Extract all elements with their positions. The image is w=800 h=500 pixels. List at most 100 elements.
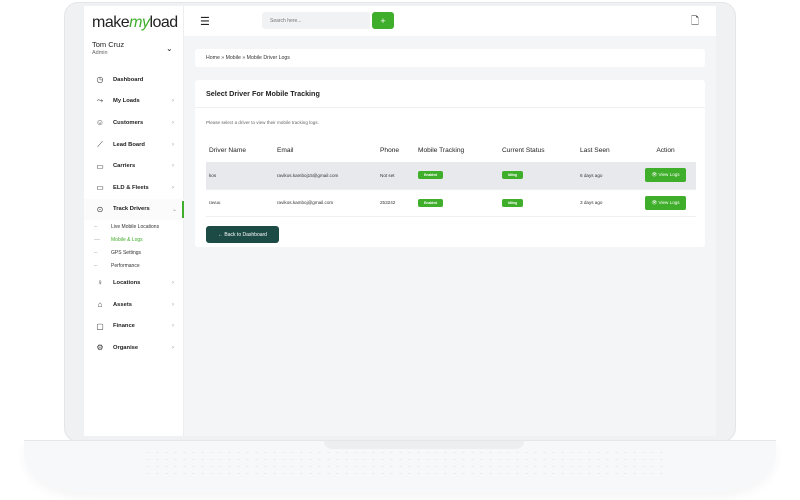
sidebar-item-organise[interactable]: ⚙ Organise ›	[84, 337, 184, 359]
chart-line-icon: ⟋	[97, 139, 103, 149]
settings-icon: ⚙	[96, 343, 104, 353]
chevron-right-icon: ›	[172, 163, 174, 170]
table-header-row: Driver Name Email Phone Mobile Tracking …	[206, 138, 696, 162]
driver-name: kos	[206, 162, 274, 190]
sidebar-item-label: My Loads	[113, 98, 140, 105]
sidebar-item-customers[interactable]: ☺ Customers ›	[84, 112, 184, 134]
action-cell: 👁 View Logs	[635, 162, 696, 190]
back-to-dashboard-button[interactable]: ← Back to Dashboard	[206, 226, 279, 243]
driver-email: ravikos.kamboj15@gmail.com	[274, 162, 377, 190]
dash-icon: —	[94, 236, 100, 243]
sidebar-item-track-drivers[interactable]: ⊙ Track Drivers ⌄	[84, 198, 184, 221]
chevron-right-icon: ›	[172, 141, 174, 148]
status-badge: Idling	[502, 198, 524, 207]
bell-icon[interactable]: 🔔︎	[715, 14, 716, 25]
card-description: Please select a driver to view their mob…	[206, 120, 319, 125]
sidebar-item-assets[interactable]: ⌂ Assets ›	[84, 294, 184, 316]
tracking-badge: Enabled	[418, 198, 444, 207]
chevron-right-icon: ›	[172, 184, 174, 191]
dash-icon: –	[94, 223, 98, 230]
sidebar-item-label: Customers	[113, 119, 144, 126]
drivers-table: Driver Name Email Phone Mobile Tracking …	[206, 138, 696, 217]
submenu-item[interactable]: – GPS Settings	[94, 246, 184, 259]
user-name: Tom Cruz	[92, 40, 125, 49]
user-role: Admin	[92, 50, 108, 56]
add-button[interactable]: +	[372, 12, 394, 29]
fleet-icon: ▭	[96, 183, 104, 193]
chevron-right-icon: ›	[172, 119, 174, 126]
truck-icon: ▭	[96, 161, 104, 171]
card-title: Select Driver For Mobile Tracking	[206, 89, 320, 98]
tracking-badge: Enabled	[418, 171, 444, 180]
sidebar-nav: ◷ Dashboard ⤳ My Loads › ☺ Customers › ⟋ Lead Boa…	[84, 69, 184, 359]
logo-text-my: my	[129, 14, 150, 31]
laptop-base	[24, 440, 776, 492]
column-header: Email	[277, 146, 294, 154]
topbar: ☰ + 🗋 🔔︎ 0 ☾	[184, 6, 716, 36]
dashboard-icon: ◷	[96, 75, 104, 85]
chevron-right-icon: ›	[172, 323, 174, 330]
column-header: Driver Name	[209, 146, 247, 154]
chevron-down-icon[interactable]: ⌄	[166, 44, 173, 53]
view-logs-button[interactable]: 👁 View Logs	[645, 195, 686, 210]
track-drivers-submenu: – Live Mobile Locations — Mobile & Logs – GPS…	[84, 220, 184, 272]
driver-phone: Not set	[377, 162, 415, 190]
last-seen: 6 days ago	[577, 162, 635, 190]
sidebar-item-finance[interactable]: ▢ Finance ›	[84, 315, 184, 337]
sidebar-item-my-loads[interactable]: ⤳ My Loads ›	[84, 91, 184, 113]
dash-icon: –	[94, 262, 98, 269]
sidebar-item-label: Finance	[113, 323, 135, 330]
logo[interactable]: makemyload	[92, 14, 178, 32]
sidebar-item-label: Assets	[113, 301, 133, 308]
column-header: Current Status	[502, 146, 545, 154]
sidebar-item-label: Carriers	[113, 163, 136, 170]
tracking-cell: Enabled	[415, 162, 499, 190]
chevron-right-icon: ›	[172, 279, 174, 286]
submenu-item-label: Performance	[111, 262, 140, 269]
chevron-right-icon: ›	[172, 301, 174, 308]
sidebar-item-label: Locations	[113, 279, 141, 286]
submenu-item-label: Mobile & Logs	[111, 236, 143, 243]
driver-select-card: Select Driver For Mobile Tracking Please…	[195, 80, 705, 247]
add-user-icon: ☺	[95, 118, 105, 128]
last-seen: 3 days ago	[577, 189, 635, 217]
logo-text-make: make	[92, 14, 130, 31]
sidebar-item-locations[interactable]: ♀ Locations ›	[84, 272, 184, 294]
submenu-item[interactable]: — Mobile & Logs	[94, 233, 184, 246]
view-logs-button[interactable]: 👁 View Logs	[645, 168, 686, 183]
action-cell: 👁 View Logs	[635, 189, 696, 217]
user-profile[interactable]: Tom Cruz Admin	[92, 40, 124, 56]
table-row[interactable]: kos ravikos.kamboj15@gmail.com Not set E…	[206, 162, 696, 190]
sidebar-item-carriers[interactable]: ▭ Carriers ›	[84, 155, 184, 177]
search-input[interactable]	[262, 12, 370, 29]
sidebar-item-label: Track Drivers	[113, 206, 150, 213]
submenu-item[interactable]: – Performance	[94, 259, 184, 272]
laptop-frame: makemyload Tom Cruz Admin ⌄ ◷ Dashboard ⤳ M…	[0, 0, 800, 500]
table-row[interactable]: ravuu ravikos.kamboj@gmail.com 253242 En…	[206, 189, 696, 217]
bag-icon: ⌂	[97, 300, 103, 310]
app-screen: makemyload Tom Cruz Admin ⌄ ◷ Dashboard ⤳ M…	[84, 6, 716, 436]
sidebar-item-lead-board[interactable]: ⟋ Lead Board ›	[84, 134, 184, 156]
logo-text-load: load	[149, 14, 178, 31]
submenu-item-label: GPS Settings	[111, 249, 142, 256]
column-header: Phone	[380, 146, 400, 154]
column-header: Last Seen	[580, 146, 610, 154]
column-header: Mobile Tracking	[418, 146, 465, 154]
status-cell: Idling	[499, 189, 577, 217]
laptop-notch	[324, 441, 524, 449]
sidebar-item-dashboard[interactable]: ◷ Dashboard	[84, 69, 184, 91]
tracking-cell: Enabled	[415, 189, 499, 217]
document-icon[interactable]: 🗋	[691, 14, 699, 31]
menu-icon[interactable]: ☰	[200, 15, 210, 28]
pin-icon: ⊙	[96, 204, 104, 214]
chevron-right-icon: ›	[172, 98, 174, 105]
chevron-down-icon: ⌄	[172, 206, 178, 213]
driver-name: ravuu	[206, 189, 274, 217]
truck-route-icon: ⤳	[96, 96, 104, 106]
chevron-right-icon: ›	[172, 344, 174, 351]
status-badge: Idling	[502, 171, 524, 180]
sidebar-item-eld-fleets[interactable]: ▭ ELD & Fleets ›	[84, 177, 184, 199]
sidebar-item-label: Organise	[113, 344, 139, 351]
submenu-item[interactable]: – Live Mobile Locations	[94, 220, 184, 233]
sidebar-item-label: ELD & Fleets	[113, 184, 149, 191]
